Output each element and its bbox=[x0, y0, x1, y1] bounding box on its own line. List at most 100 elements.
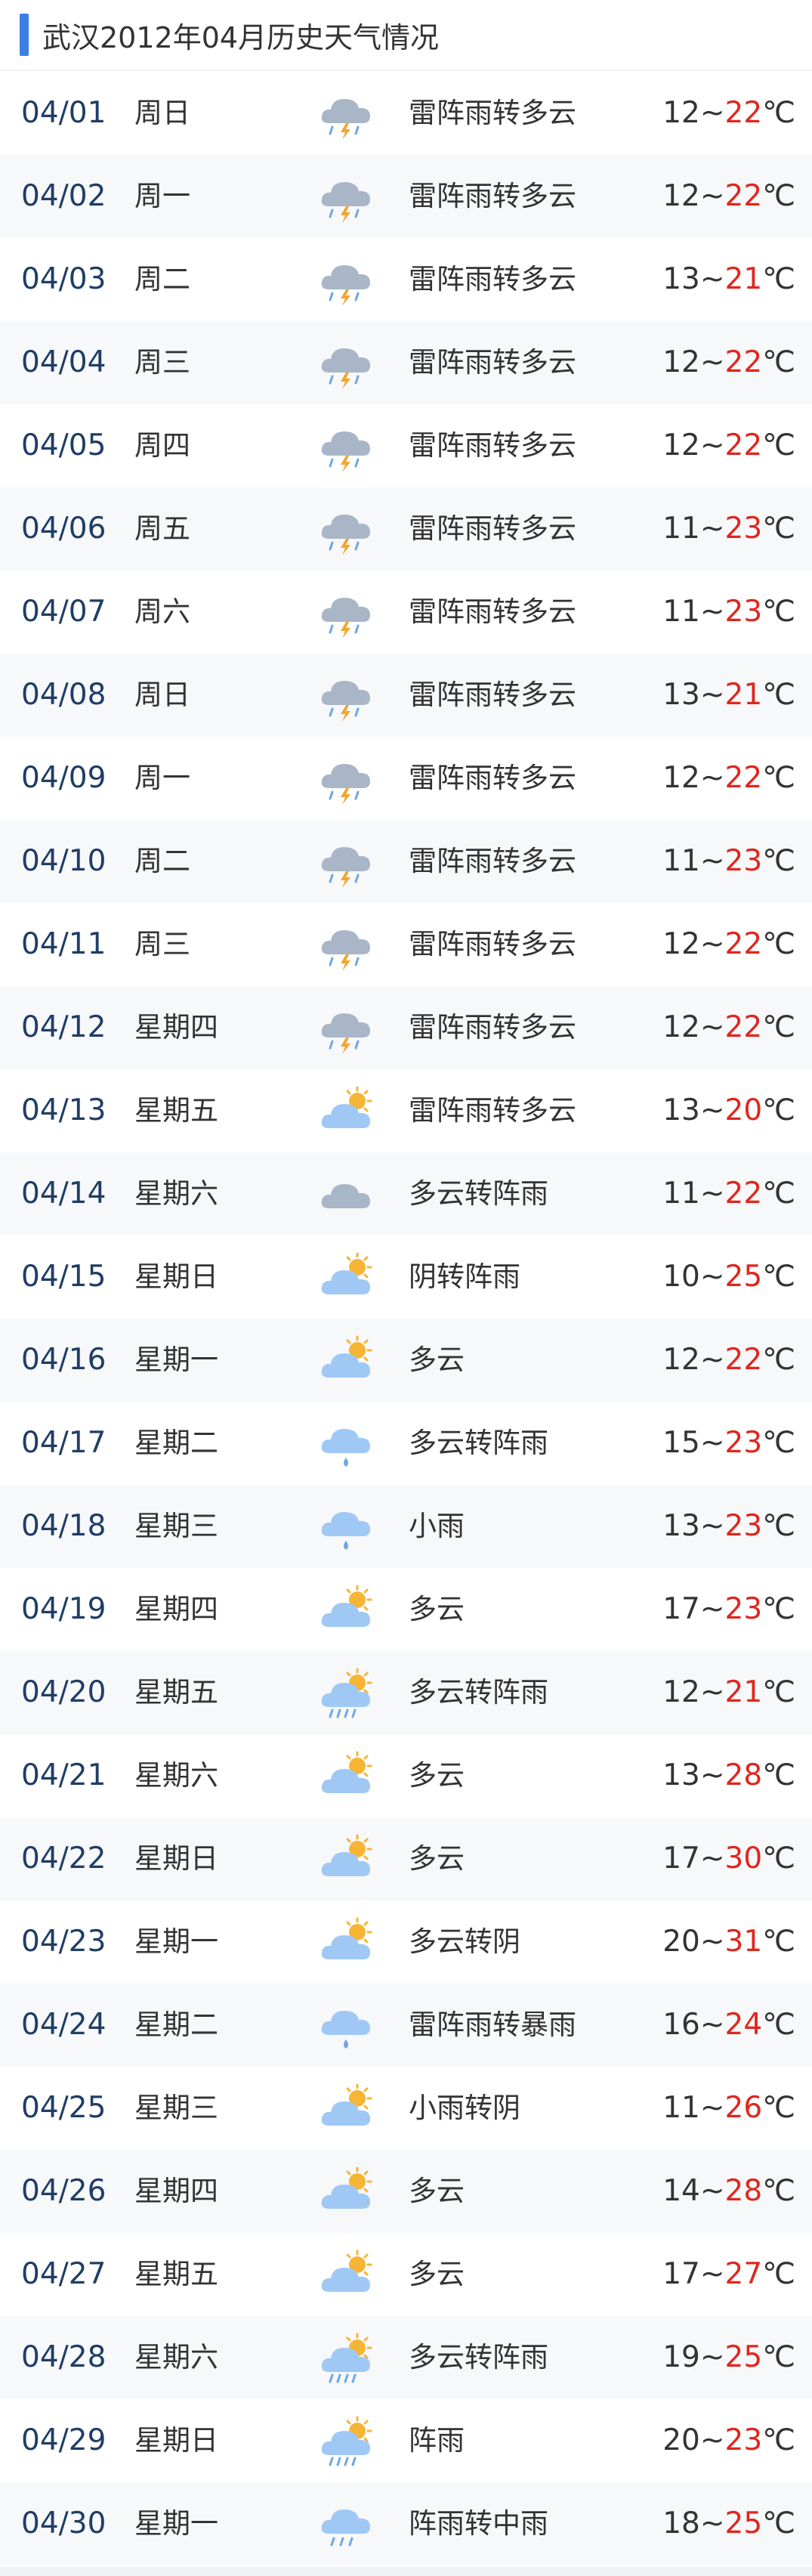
temperature-range: 16~24℃ bbox=[662, 1984, 795, 2067]
weather-row[interactable]: 04/29 星期日 阵雨 20~23℃ bbox=[0, 2399, 812, 2482]
date-label: 04/06 bbox=[21, 512, 107, 546]
weather-row[interactable]: 04/17 星期二 多云转阵雨 15~23℃ bbox=[0, 1402, 812, 1485]
partly-cloudy-icon bbox=[316, 1583, 376, 1637]
weather-row[interactable]: 04/23 星期一 多云转阴 20~31℃ bbox=[0, 1900, 812, 1984]
low-temp: 12 bbox=[662, 1675, 700, 1709]
temp-unit: ℃ bbox=[762, 2340, 795, 2374]
overcast-icon bbox=[316, 1167, 376, 1222]
weather-row[interactable]: 04/03 周二 雷阵雨转多云 13~21℃ bbox=[0, 238, 812, 321]
date-label: 04/28 bbox=[21, 2340, 107, 2374]
high-temp: 31 bbox=[724, 1925, 763, 1959]
low-temp: 11 bbox=[662, 595, 700, 629]
weather-condition: 雷阵雨转多云 bbox=[409, 1094, 576, 1127]
temp-unit: ℃ bbox=[762, 761, 795, 795]
weather-row[interactable]: 04/22 星期日 多云 17~30℃ bbox=[0, 1817, 812, 1900]
weather-row[interactable]: 04/07 周六 雷阵雨转多云 11~23℃ bbox=[0, 571, 812, 654]
high-temp: 25 bbox=[724, 2506, 763, 2540]
thunder-rain-icon bbox=[316, 918, 376, 973]
high-temp: 22 bbox=[724, 761, 763, 795]
weekday-label: 周三 bbox=[134, 346, 190, 379]
weekday-label: 星期四 bbox=[134, 1011, 218, 1044]
date-label: 04/07 bbox=[21, 595, 107, 629]
temp-unit: ℃ bbox=[762, 927, 795, 961]
weather-row[interactable]: 04/16 星期一 多云 12~22℃ bbox=[0, 1319, 812, 1402]
partly-cloudy-icon bbox=[316, 1832, 376, 1887]
partly-cloudy-icon bbox=[316, 1749, 376, 1804]
temperature-range: 13~21℃ bbox=[662, 654, 795, 737]
temp-unit: ℃ bbox=[762, 1675, 795, 1709]
high-temp: 24 bbox=[724, 2008, 763, 2042]
temperature-range: 12~21℃ bbox=[662, 1651, 795, 1734]
weather-row[interactable]: 04/20 星期五 多云转阵雨 12~21℃ bbox=[0, 1651, 812, 1734]
partly-cloudy-icon bbox=[316, 1251, 376, 1305]
weather-row[interactable]: 04/02 周一 雷阵雨转多云 12~22℃ bbox=[0, 155, 812, 238]
weather-row[interactable]: 04/28 星期六 多云转阵雨 19~25℃ bbox=[0, 2316, 812, 2399]
temp-unit: ℃ bbox=[762, 1592, 795, 1626]
low-temp: 18 bbox=[662, 2506, 700, 2540]
date-label: 04/24 bbox=[21, 2008, 107, 2042]
weather-row[interactable]: 04/04 周三 雷阵雨转多云 12~22℃ bbox=[0, 321, 812, 404]
weekday-label: 星期六 bbox=[134, 1759, 218, 1792]
weather-row[interactable]: 04/26 星期四 多云 14~28℃ bbox=[0, 2150, 812, 2233]
weather-row[interactable]: 04/15 星期日 阴转阵雨 10~25℃ bbox=[0, 1235, 812, 1319]
date-label: 04/17 bbox=[21, 1426, 107, 1460]
temperature-range: 12~22℃ bbox=[662, 737, 795, 820]
weather-row[interactable]: 04/21 星期六 多云 13~28℃ bbox=[0, 1734, 812, 1817]
weather-row[interactable]: 04/05 周四 雷阵雨转多云 12~22℃ bbox=[0, 404, 812, 487]
weather-condition: 多云 bbox=[409, 1842, 465, 1875]
weather-row[interactable]: 04/08 周日 雷阵雨转多云 13~21℃ bbox=[0, 654, 812, 737]
low-temp: 11 bbox=[662, 512, 700, 546]
temp-unit: ℃ bbox=[762, 595, 795, 629]
temperature-range: 20~23℃ bbox=[662, 2399, 795, 2482]
high-temp: 21 bbox=[724, 678, 763, 712]
thunder-rain-icon bbox=[316, 752, 376, 806]
temp-unit: ℃ bbox=[762, 1343, 795, 1377]
date-label: 04/11 bbox=[21, 927, 107, 961]
weather-row[interactable]: 04/09 周一 雷阵雨转多云 12~22℃ bbox=[0, 737, 812, 820]
low-temp: 14 bbox=[662, 2174, 700, 2208]
low-temp: 12 bbox=[662, 927, 700, 961]
sun-shower-icon bbox=[316, 1666, 376, 1721]
shower-icon bbox=[316, 2497, 376, 2552]
weather-row[interactable]: 04/25 星期三 小雨转阴 11~26℃ bbox=[0, 2067, 812, 2150]
weather-row[interactable]: 04/12 星期四 雷阵雨转多云 12~22℃ bbox=[0, 986, 812, 1069]
weather-row[interactable]: 04/30 星期一 阵雨转中雨 18~25℃ bbox=[0, 2482, 812, 2565]
high-temp: 30 bbox=[724, 1842, 763, 1876]
weather-condition: 小雨转阴 bbox=[409, 2092, 520, 2124]
weather-condition: 多云转阴 bbox=[409, 1925, 520, 1958]
weather-row[interactable]: 04/19 星期四 多云 17~23℃ bbox=[0, 1568, 812, 1651]
low-temp: 10 bbox=[662, 1260, 700, 1294]
temp-separator: ~ bbox=[699, 2340, 725, 2374]
weather-row[interactable]: 04/01 周日 雷阵雨转多云 12~22℃ bbox=[0, 72, 812, 155]
weather-row[interactable]: 04/18 星期三 小雨 13~23℃ bbox=[0, 1485, 812, 1568]
high-temp: 22 bbox=[724, 1177, 763, 1211]
weather-row[interactable]: 04/13 星期五 雷阵雨转多云 13~20℃ bbox=[0, 1069, 812, 1152]
weather-row[interactable]: 04/24 星期二 雷阵雨转暴雨 16~24℃ bbox=[0, 1984, 812, 2067]
thunder-rain-icon bbox=[316, 253, 376, 308]
weather-condition: 多云 bbox=[409, 2175, 465, 2207]
high-temp: 23 bbox=[724, 512, 763, 546]
temp-separator: ~ bbox=[699, 345, 725, 379]
high-temp: 28 bbox=[724, 2174, 763, 2208]
weather-row[interactable]: 04/10 周二 雷阵雨转多云 11~23℃ bbox=[0, 820, 812, 903]
date-label: 04/09 bbox=[21, 761, 107, 795]
high-temp: 22 bbox=[724, 428, 763, 462]
temp-separator: ~ bbox=[699, 844, 725, 878]
date-label: 04/01 bbox=[21, 96, 107, 130]
weather-row[interactable]: 04/27 星期五 多云 17~27℃ bbox=[0, 2233, 812, 2316]
temp-unit: ℃ bbox=[762, 2506, 795, 2540]
temperature-range: 12~22℃ bbox=[662, 155, 795, 238]
temperature-range: 12~22℃ bbox=[662, 1319, 795, 1402]
weather-row[interactable]: 04/06 周五 雷阵雨转多云 11~23℃ bbox=[0, 487, 812, 571]
weather-row[interactable]: 04/11 周三 雷阵雨转多云 12~22℃ bbox=[0, 903, 812, 986]
low-temp: 12 bbox=[662, 1010, 700, 1044]
temp-unit: ℃ bbox=[762, 1010, 795, 1044]
temp-separator: ~ bbox=[699, 595, 725, 629]
weather-row[interactable]: 04/14 星期六 多云转阵雨 11~22℃ bbox=[0, 1152, 812, 1235]
temp-separator: ~ bbox=[699, 1509, 725, 1543]
high-temp: 23 bbox=[724, 595, 763, 629]
weather-history-list: 04/01 周日 雷阵雨转多云 12~22℃ 04/02 周一 雷阵雨转多云 12~22℃ 04… bbox=[0, 72, 812, 2565]
date-label: 04/16 bbox=[21, 1343, 107, 1377]
temperature-range: 11~22℃ bbox=[662, 1152, 795, 1235]
weekday-label: 星期五 bbox=[134, 1676, 218, 1709]
